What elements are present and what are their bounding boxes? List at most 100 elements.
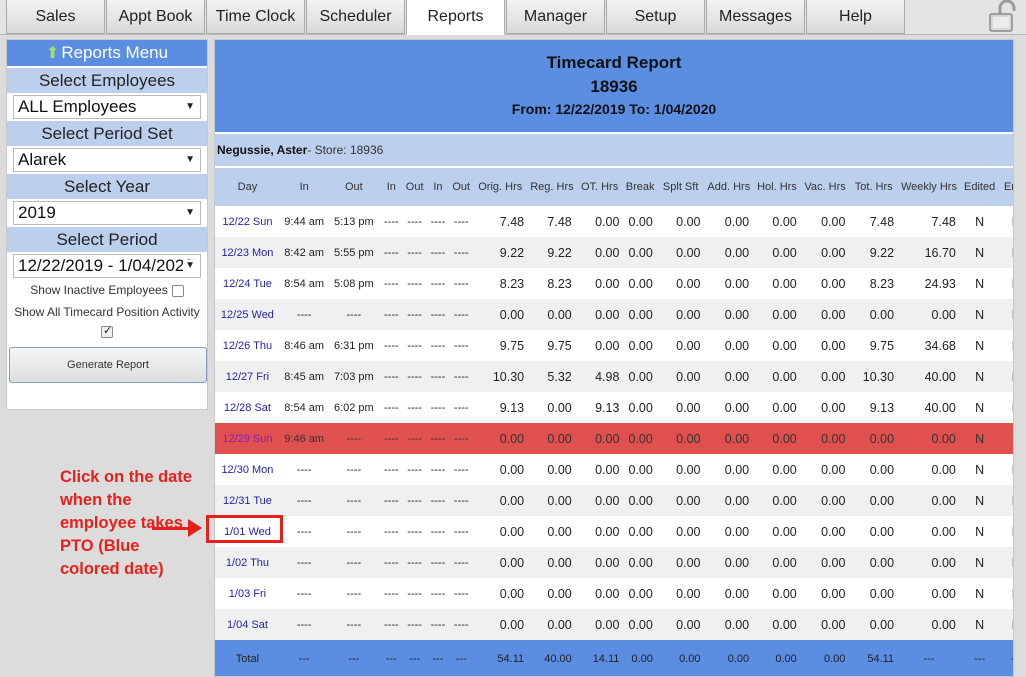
cell-hol-hrs: 0.00 (753, 361, 801, 392)
tab-time-clock[interactable]: Time Clock (206, 0, 305, 34)
period-select-value: 12/22/2019 - 1/04/2020 (18, 256, 194, 275)
cell-add-hrs: 0.00 (704, 237, 754, 268)
tab-scheduler[interactable]: Scheduler (306, 0, 405, 34)
cell-edited: N (959, 578, 1000, 609)
tab-manager[interactable]: Manager (506, 0, 605, 34)
cell-in-2: ---- (379, 423, 404, 454)
day-link[interactable]: 12/29 Sun (215, 423, 280, 454)
cell-edited: N (959, 206, 1000, 237)
lock-icon[interactable] (986, 0, 1022, 32)
day-link[interactable]: 12/25 Wed (215, 299, 280, 330)
cell-reg-hrs: 7.48 (528, 206, 576, 237)
cell-weekly-hrs: 0.00 (898, 454, 960, 485)
cell-in-3: ---- (425, 423, 451, 454)
day-link[interactable]: 12/27 Fri (215, 361, 280, 392)
tab-help[interactable]: Help (806, 0, 905, 34)
cell-orig-hrs: 9.13 (472, 392, 529, 423)
cell-in-2: ---- (379, 299, 404, 330)
column-header-in-1: In (279, 168, 329, 206)
cell-edited: N (959, 485, 1000, 516)
cell-weekly-hrs: 0.00 (898, 516, 960, 547)
day-link[interactable]: 12/26 Thu (215, 330, 280, 361)
day-link[interactable]: 12/22 Sun (215, 206, 280, 237)
cell-error: N (999, 547, 1013, 578)
cell-error: N (999, 454, 1013, 485)
cell-add-hrs: 0.00 (704, 206, 754, 237)
day-link[interactable]: 1/04 Sat (215, 609, 280, 640)
period-select[interactable]: 12/22/2019 - 1/04/2020 ▼ (13, 254, 201, 278)
day-link[interactable]: 12/23 Mon (215, 237, 280, 268)
cell-out-3: ---- (450, 485, 473, 516)
cell-out-3: ---- (450, 609, 473, 640)
day-link[interactable]: 1/02 Thu (215, 547, 280, 578)
cell-add-hrs: 0.00 (704, 609, 754, 640)
cell-in-2: ---- (379, 268, 404, 299)
cell-edited: N (959, 268, 1000, 299)
column-header-ot-hrs: OT. Hrs (575, 168, 624, 206)
cell-ot-hrs: 0.00 (575, 485, 624, 516)
column-header-out-3: Out (450, 168, 473, 206)
cell-reg-hrs: 0.00 (528, 547, 576, 578)
total-error: --- (999, 640, 1013, 676)
total-reg-hrs: 40.00 (528, 640, 576, 676)
cell-out-2: ---- (403, 392, 426, 423)
total-vac-hrs: 0.00 (800, 640, 850, 676)
tab-reports[interactable]: Reports (406, 0, 505, 35)
tab-messages[interactable]: Messages (706, 0, 805, 34)
tab-appt-book[interactable]: Appt Book (106, 0, 205, 34)
cell-in-1: ---- (279, 299, 329, 330)
cell-reg-hrs: 0.00 (528, 578, 576, 609)
column-header-day: Day (215, 168, 280, 206)
cell-weekly-hrs: 16.70 (898, 237, 960, 268)
column-header-break: Break (623, 168, 657, 206)
day-link[interactable]: 12/24 Tue (215, 268, 280, 299)
cell-orig-hrs: 0.00 (472, 299, 529, 330)
cell-hol-hrs: 0.00 (753, 237, 801, 268)
cell-reg-hrs: 9.75 (528, 330, 576, 361)
cell-out-3: ---- (450, 516, 473, 547)
cell-ot-hrs: 0.00 (575, 609, 624, 640)
employees-select[interactable]: ALL Employees ▼ (13, 95, 201, 119)
cell-hol-hrs: 0.00 (753, 609, 801, 640)
cell-weekly-hrs: 0.00 (898, 423, 960, 454)
day-link[interactable]: 1/03 Fri (215, 578, 280, 609)
cell-vac-hrs: 0.00 (800, 485, 850, 516)
generate-report-button[interactable]: Generate Report (9, 347, 207, 383)
day-link[interactable]: 12/31 Tue (215, 485, 280, 516)
tab-setup[interactable]: Setup (606, 0, 705, 34)
column-header-out-1: Out (328, 168, 380, 206)
cell-out-1: 5:55 pm (328, 237, 380, 268)
cell-weekly-hrs: 34.68 (898, 330, 960, 361)
year-select[interactable]: 2019 ▼ (13, 201, 201, 225)
show-all-activity-checkbox[interactable] (101, 324, 113, 338)
period-set-select[interactable]: Alarek ▼ (13, 148, 201, 172)
cell-reg-hrs: 8.23 (528, 268, 576, 299)
cell-ot-hrs: 0.00 (575, 423, 624, 454)
show-inactive-checkbox[interactable] (171, 284, 184, 297)
cell-in-2: ---- (379, 361, 404, 392)
cell-orig-hrs: 7.48 (472, 206, 529, 237)
column-header-error: Error (999, 168, 1013, 206)
column-header-vac-hrs: Vac. Hrs (800, 168, 850, 206)
cell-in-3: ---- (425, 485, 451, 516)
cell-split-shift: 0.00 (656, 423, 705, 454)
cell-add-hrs: 0.00 (704, 268, 754, 299)
dropdown-arrow-icon: ▼ (183, 101, 195, 112)
employee-name: Negussie, Aster (217, 143, 308, 157)
tab-sales[interactable]: Sales (6, 0, 105, 34)
cell-in-3: ---- (425, 516, 451, 547)
pto-instruction-annotation: Click on the date when the employee take… (60, 468, 193, 578)
cell-split-shift: 0.00 (656, 299, 705, 330)
cell-edited: N (959, 330, 1000, 361)
cell-out-1: ---- (328, 609, 380, 640)
day-link[interactable]: 12/28 Sat (215, 392, 280, 423)
cell-tot-hrs: 0.00 (849, 578, 899, 609)
select-employees-label: Select Employees (7, 68, 207, 93)
cell-ot-hrs: 0.00 (575, 206, 624, 237)
cell-in-1: 8:46 am (279, 330, 329, 361)
day-link[interactable]: 12/30 Mon (215, 454, 280, 485)
reports-menu-header[interactable]: ⬆ Reports Menu (7, 40, 207, 66)
cell-split-shift: 0.00 (656, 485, 705, 516)
cell-vac-hrs: 0.00 (800, 237, 850, 268)
cell-in-1: ---- (279, 547, 329, 578)
